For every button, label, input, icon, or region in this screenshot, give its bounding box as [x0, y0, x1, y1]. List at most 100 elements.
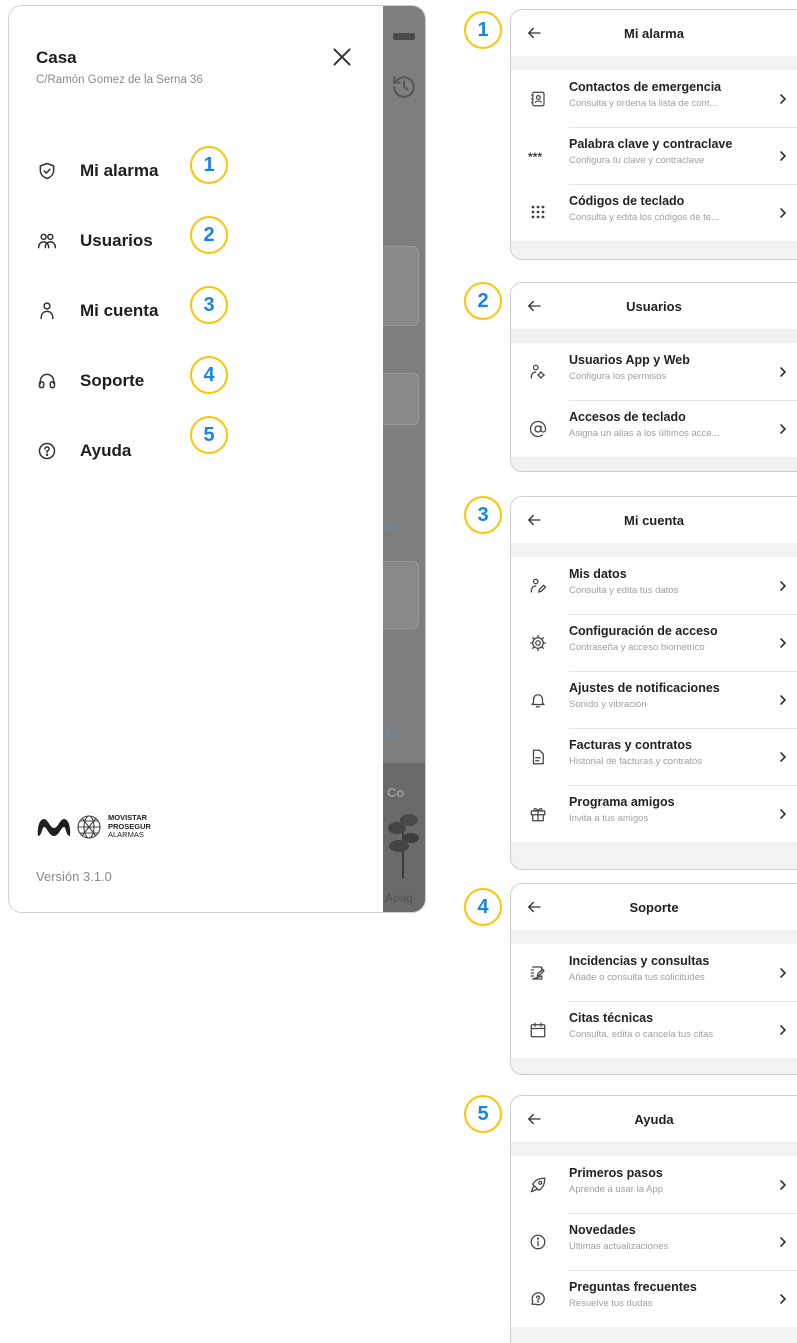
panel-soporte: Soporte Incidencias y consultas Añade o c…: [510, 883, 797, 1075]
menu-item-label: Mi alarma: [80, 161, 159, 180]
at-sign-icon: [527, 418, 549, 440]
row-subtitle: Configura tu clave y contraclave: [569, 155, 705, 166]
info-circle-icon: [527, 1231, 549, 1253]
row-programa-amigos[interactable]: Programa amigos Invita a tus amigos: [511, 785, 797, 842]
back-arrow-icon[interactable]: [525, 24, 543, 42]
row-title: Primeros pasos: [569, 1166, 663, 1180]
callout-badge-5: 5: [190, 416, 228, 454]
row-accesos-teclado[interactable]: Accesos de teclado Asigna un alias a los …: [511, 400, 797, 457]
callout-badge-4: 4: [190, 356, 228, 394]
menu-item-label: Usuarios: [80, 231, 153, 250]
settings-list: Mis datos Consulta y edita tus datos Conf…: [511, 557, 797, 842]
gift-icon: [527, 803, 549, 825]
row-palabra-clave[interactable]: *** Palabra clave y contraclave Configura…: [511, 127, 797, 184]
chat-question-icon: [527, 1288, 549, 1310]
contacts-book-icon: [527, 88, 549, 110]
bell-icon: [527, 689, 549, 711]
background-card: [383, 373, 419, 425]
row-contactos-emergencia[interactable]: Contactos de emergencia Consulta y ordena…: [511, 70, 797, 127]
chevron-right-icon: [780, 1025, 787, 1035]
users-icon: [36, 230, 58, 252]
back-arrow-icon[interactable]: [525, 297, 543, 315]
row-preguntas-frecuentes[interactable]: Preguntas frecuentes Resuelve tus dudas: [511, 1270, 797, 1327]
row-citas-tecnicas[interactable]: Citas técnicas Consulta, edita o cancela …: [511, 1001, 797, 1058]
row-subtitle: Configura los permisos: [569, 371, 667, 382]
row-title: Palabra clave y contraclave: [569, 137, 733, 151]
user-settings-icon: [527, 361, 549, 383]
settings-list: Incidencias y consultas Añade o consulta …: [511, 944, 797, 1058]
row-subtitle: Resuelve tus dudas: [569, 1298, 653, 1309]
location-address: C/Ramón Gomez de la Serna 36: [36, 74, 203, 86]
chevron-right-icon: [780, 424, 787, 434]
user-edit-icon: [527, 575, 549, 597]
chevron-right-icon: [780, 208, 787, 218]
plant-icon: [388, 814, 419, 878]
panel-header: Mi alarma: [511, 10, 797, 56]
row-mis-datos[interactable]: Mis datos Consulta y edita tus datos: [511, 557, 797, 614]
background-card: [383, 561, 419, 629]
menu-item-label: Soporte: [80, 371, 145, 390]
row-incidencias-consultas[interactable]: Incidencias y consultas Añade o consulta …: [511, 944, 797, 1001]
row-subtitle: Sonido y vibración: [569, 699, 647, 710]
row-codigos-teclado[interactable]: Códigos de teclado Consulta y edita los c…: [511, 184, 797, 241]
gear-icon: [527, 632, 549, 654]
panel-mi-alarma: Mi alarma Contactos de emergencia Consult…: [510, 9, 797, 260]
row-title: Facturas y contratos: [569, 738, 692, 752]
panel-header: Usuarios: [511, 283, 797, 329]
svg-text:***: ***: [528, 150, 542, 162]
row-primeros-pasos[interactable]: Primeros pasos Aprende a usar la App: [511, 1156, 797, 1213]
row-title: Novedades: [569, 1223, 636, 1237]
row-title: Códigos de teclado: [569, 194, 685, 208]
settings-list: Contactos de emergencia Consulta y ordena…: [511, 70, 797, 241]
chevron-right-icon: [780, 94, 787, 104]
panel-header: Soporte: [511, 884, 797, 930]
row-title: Citas técnicas: [569, 1011, 654, 1025]
movistar-m-icon: [37, 819, 71, 836]
callout-badge-2: 2: [464, 282, 502, 320]
row-subtitle: Últimas actualizaciones: [569, 1241, 669, 1252]
settings-list: Usuarios App y Web Configura los permisos…: [511, 343, 797, 457]
history-icon: [393, 76, 415, 98]
chevron-right-icon: [780, 1180, 787, 1190]
keypad-icon: [527, 202, 549, 224]
panel-header: Mi cuenta: [511, 497, 797, 543]
brand-logo: MOVISTAR PROSEGUR ALARMAS: [36, 814, 151, 840]
brand-line: ALARMAS: [108, 830, 144, 840]
row-subtitle: Asigna un alias a los últimos acce...: [569, 428, 720, 439]
row-subtitle: Consulta, edita o cancela tus citas: [569, 1029, 714, 1040]
row-subtitle: Añade o consulta tus solicitudes: [569, 972, 705, 983]
chevron-right-icon: [780, 581, 787, 591]
dimmed-background[interactable]: do do Co Apag: [383, 6, 425, 912]
row-usuarios-app-web[interactable]: Usuarios App y Web Configura los permisos: [511, 343, 797, 400]
row-facturas-contratos[interactable]: Facturas y contratos Historial de factura…: [511, 728, 797, 785]
panel-usuarios: Usuarios Usuarios App y Web Configura los…: [510, 282, 797, 472]
location-title: Casa: [36, 48, 77, 67]
panel-title: Ayuda: [634, 1111, 674, 1127]
row-configuracion-acceso[interactable]: Configuración de acceso Contraseña y acce…: [511, 614, 797, 671]
menu-item-label: Ayuda: [80, 441, 132, 460]
panel-title: Soporte: [629, 899, 679, 915]
callout-badge-5: 5: [464, 1095, 502, 1133]
shield-check-icon: [36, 160, 58, 182]
callout-badge-4: 4: [464, 888, 502, 926]
row-subtitle: Historial de facturas y contratos: [569, 756, 703, 767]
row-ajustes-notificaciones[interactable]: Ajustes de notificaciones Sonido y vibrac…: [511, 671, 797, 728]
callout-badge-3: 3: [464, 496, 502, 534]
document-icon: [527, 746, 549, 768]
row-title: Usuarios App y Web: [569, 353, 690, 367]
calendar-icon: [527, 1019, 549, 1041]
callout-badge-1: 1: [190, 146, 228, 184]
row-title: Contactos de emergencia: [569, 80, 722, 94]
row-title: Incidencias y consultas: [569, 954, 710, 968]
row-title: Preguntas frecuentes: [569, 1280, 697, 1294]
brand-name: MOVISTAR PROSEGUR ALARMAS: [108, 814, 151, 840]
back-arrow-icon[interactable]: [525, 1110, 543, 1128]
panel-mi-cuenta: Mi cuenta Mis datos Consulta y edita tus …: [510, 496, 797, 870]
headset-icon: [36, 370, 58, 392]
row-novedades[interactable]: Novedades Últimas actualizaciones: [511, 1213, 797, 1270]
back-arrow-icon[interactable]: [525, 511, 543, 529]
close-icon[interactable]: [329, 44, 355, 70]
row-subtitle: Aprende a usar la App: [569, 1184, 664, 1195]
back-arrow-icon[interactable]: [525, 898, 543, 916]
chevron-right-icon: [780, 809, 787, 819]
